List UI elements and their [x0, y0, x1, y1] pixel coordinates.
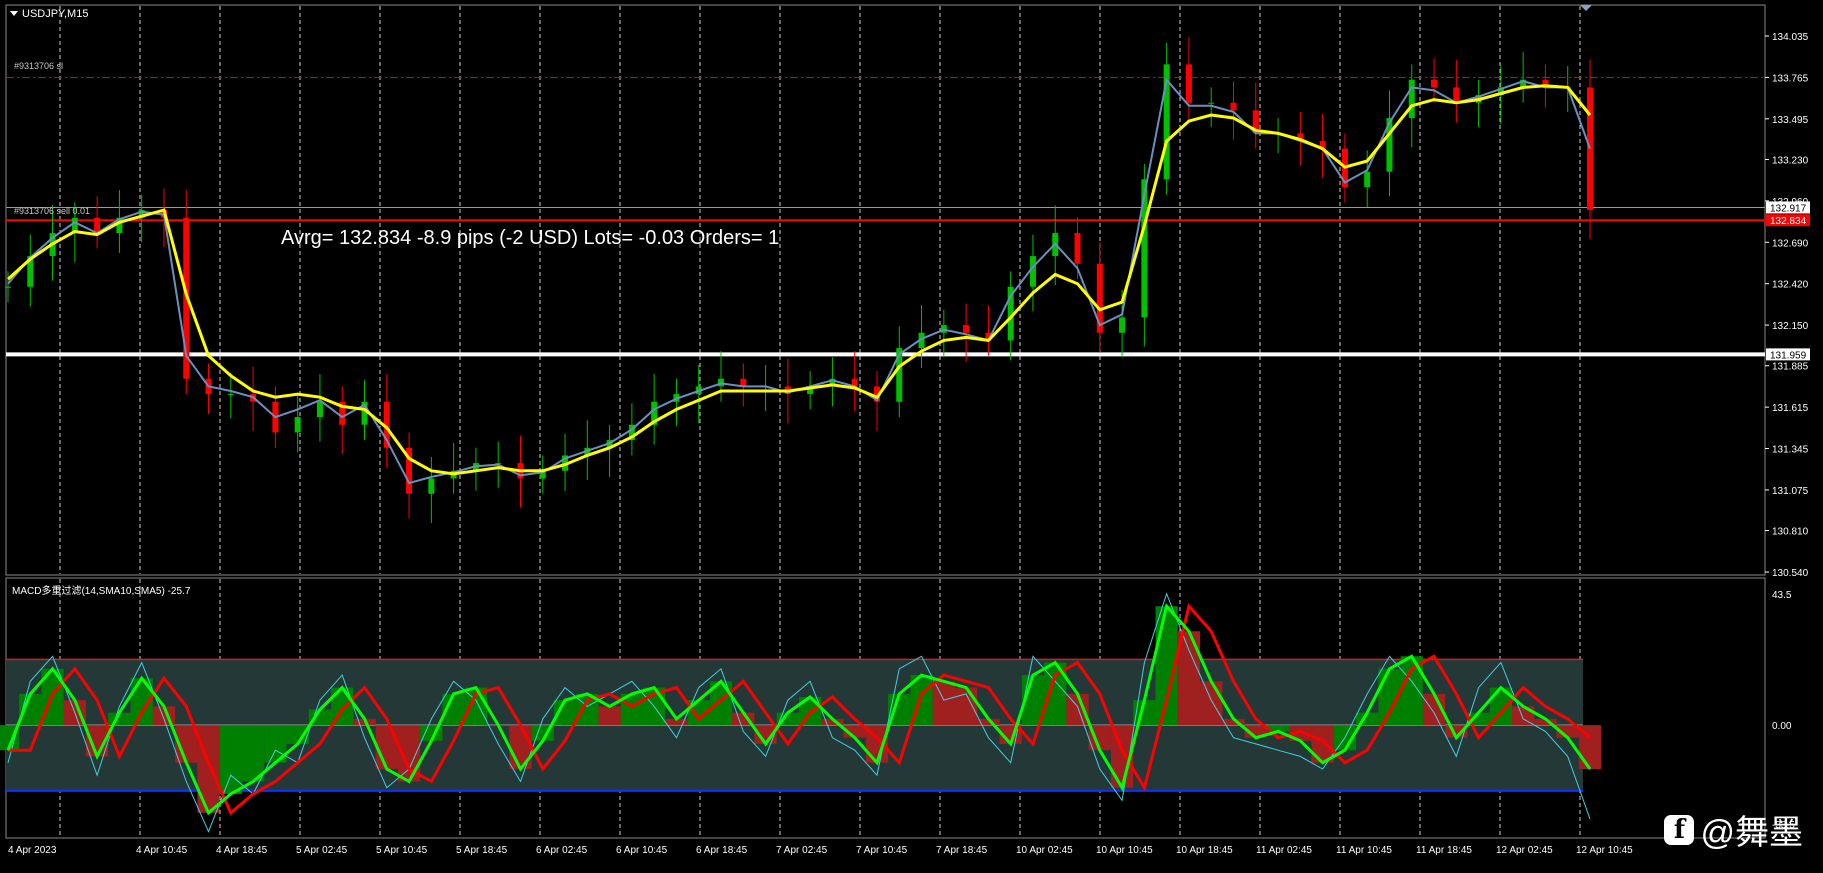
macd-histogram-bar	[1200, 681, 1223, 726]
time-tick-label: 10 Apr 10:45	[1096, 845, 1153, 856]
macd-histogram-bar	[932, 681, 955, 726]
macd-tick-label: 43.5	[1772, 590, 1792, 601]
candle-body	[294, 417, 301, 433]
sl-line-label: #9313706 sl	[14, 61, 63, 71]
time-tick-label: 6 Apr 18:45	[696, 845, 748, 856]
sell-line-label: #9313706 sell 0.01	[14, 206, 90, 216]
price-tick-label: 130.810	[1772, 527, 1809, 538]
candle-body	[1074, 233, 1081, 264]
candle-body	[1587, 87, 1593, 211]
macd-histogram-bar	[509, 725, 532, 769]
time-tick-label: 7 Apr 10:45	[856, 845, 908, 856]
candle-body	[963, 325, 970, 333]
price-tick-label: 131.615	[1772, 403, 1809, 414]
candle-body	[1208, 102, 1215, 104]
watermark: f @舞墨	[1664, 805, 1803, 854]
macd-histogram-bar	[1066, 693, 1089, 726]
macd-histogram-bar	[954, 687, 978, 726]
candle-body	[1431, 79, 1438, 88]
time-tick-label: 7 Apr 02:45	[776, 845, 828, 856]
indicator-label: MACD多重过滤(14,SMA10,SMA5) -25.7	[12, 584, 191, 597]
time-tick-label: 6 Apr 02:45	[536, 845, 588, 856]
chart-window: 134.035133.765133.495133.230132.960132.6…	[0, 0, 1823, 868]
macd-histogram-bar	[598, 706, 621, 726]
candle-body	[1408, 79, 1415, 119]
macd-histogram-bar	[197, 725, 220, 813]
price-tick-label: 131.075	[1772, 486, 1809, 497]
watermark-text: @舞墨	[1700, 814, 1803, 852]
macd-histogram-bar	[219, 725, 242, 795]
time-tick-label: 7 Apr 18:45	[936, 845, 988, 856]
time-tick-label: 4 Apr 18:45	[216, 845, 268, 856]
macd-histogram-bar	[375, 725, 398, 769]
price-tag-label: 132.834	[1770, 216, 1807, 227]
price-tag-label: 132.917	[1770, 203, 1807, 214]
price-axis: 134.035133.765133.495133.230132.960132.6…	[1765, 32, 1809, 579]
time-tick-label: 11 Apr 18:45	[1416, 845, 1472, 856]
macd-tick-label: 0.00	[1772, 721, 1792, 732]
price-tick-label: 133.230	[1772, 155, 1809, 166]
price-tick-label: 131.345	[1772, 445, 1809, 456]
time-tick-label: 5 Apr 10:45	[376, 845, 428, 856]
time-axis: 4 Apr 2023 4 Apr 10:45 4 Apr 18:45 5 Apr 02…	[8, 845, 1633, 856]
price-tick-label: 131.885	[1772, 362, 1809, 373]
time-tick-label: 12 Apr 02:45	[1496, 845, 1553, 856]
price-tick-label: 132.420	[1772, 280, 1809, 291]
candle-body	[1119, 317, 1126, 333]
candle-body	[227, 394, 234, 396]
facebook-icon: f	[1664, 814, 1695, 845]
macd-axis: 43.50.00-33.5	[1772, 590, 1795, 831]
price-tick-label: 132.150	[1772, 321, 1809, 332]
time-tick-label: 11 Apr 02:45	[1256, 845, 1312, 856]
time-tick-label: 4 Apr 10:45	[136, 845, 188, 856]
price-tick-label: 130.540	[1772, 568, 1809, 579]
price-tick-label: 134.035	[1772, 32, 1809, 43]
candle-body	[5, 286, 11, 288]
time-tick-label: 10 Apr 18:45	[1176, 845, 1233, 856]
time-tick-label: 5 Apr 02:45	[296, 845, 348, 856]
chart-canvas: 134.035133.765133.495133.230132.960132.6…	[0, 4, 1810, 856]
price-tick-label: 133.765	[1772, 73, 1809, 84]
price-tick-label: 133.495	[1772, 115, 1809, 126]
candle-body	[1364, 171, 1371, 188]
price-tick-label: 132.690	[1772, 238, 1809, 249]
time-tick-label: 4 Apr 2023	[8, 845, 57, 856]
candle-body	[316, 401, 323, 418]
candle-body	[1185, 64, 1192, 103]
price-tag-label: 131.959	[1770, 350, 1807, 361]
candle-body	[1230, 102, 1237, 111]
average-info-text: Avrg= 132.834 -8.9 pips (-2 USD) Lots= -…	[281, 227, 779, 249]
time-tick-label: 12 Apr 10:45	[1576, 845, 1633, 856]
time-tick-label: 5 Apr 18:45	[456, 845, 508, 856]
time-tick-label: 10 Apr 02:45	[1016, 845, 1073, 856]
time-tick-label: 6 Apr 10:45	[616, 845, 668, 856]
candle-body	[428, 478, 435, 494]
window-title: USDJPY,M15	[22, 8, 88, 20]
candle-body	[1029, 256, 1036, 287]
time-tick-label: 11 Apr 10:45	[1336, 845, 1392, 856]
